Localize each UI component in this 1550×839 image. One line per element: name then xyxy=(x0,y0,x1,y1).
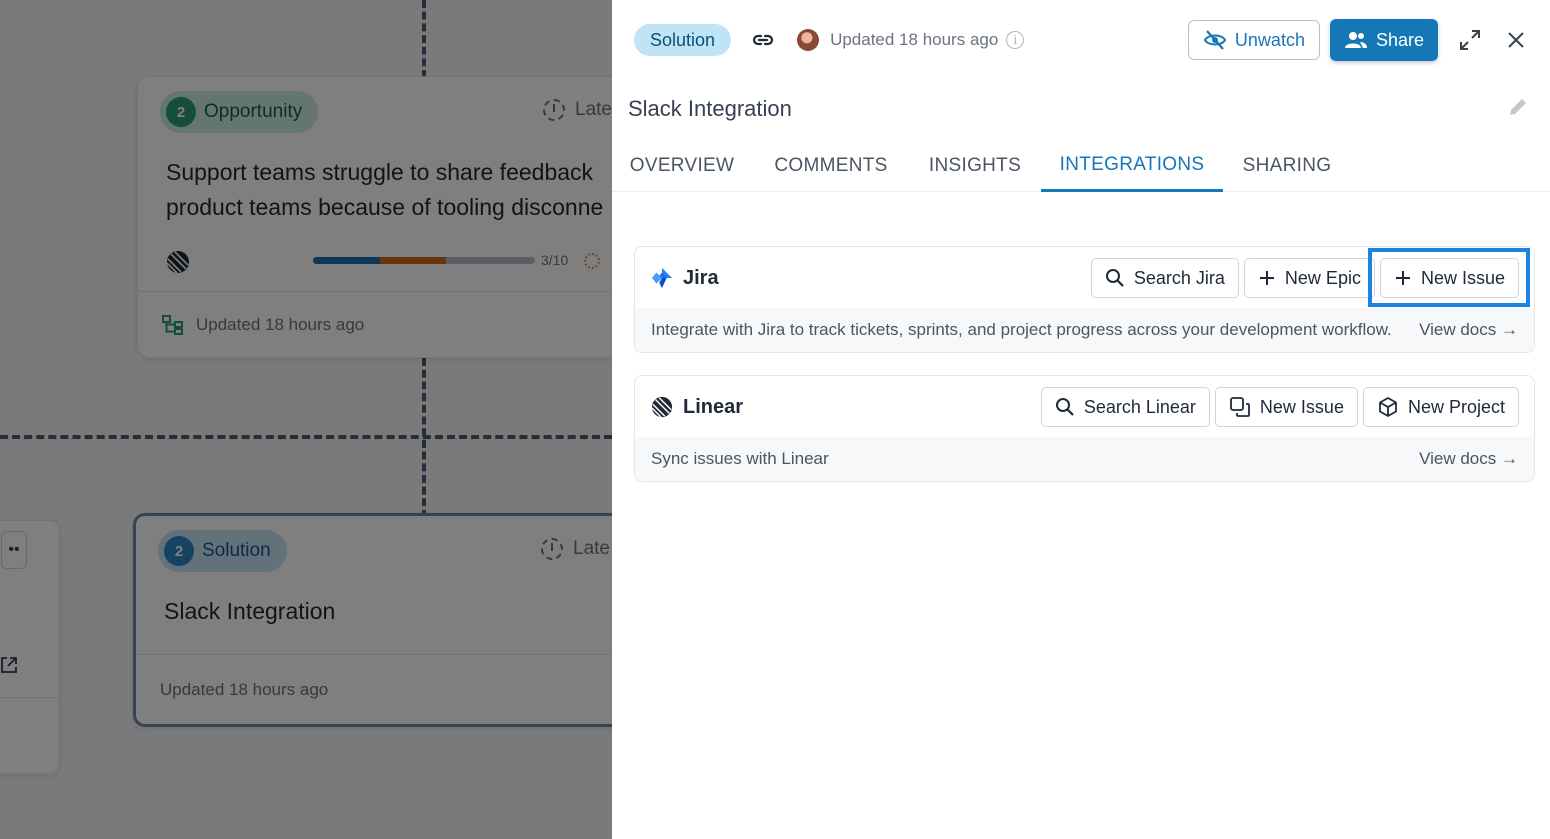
linear-logo-icon xyxy=(651,396,673,418)
new-epic-label: New Epic xyxy=(1284,267,1361,288)
linear-view-docs-link[interactable]: View docs → xyxy=(1419,449,1518,469)
share-label: Share xyxy=(1375,29,1424,50)
linear-new-issue-label: New Issue xyxy=(1259,396,1344,417)
modal-backdrop[interactable] xyxy=(0,0,612,839)
drawer-updated: Updated 18 hours ago xyxy=(830,30,999,49)
info-icon[interactable]: i xyxy=(1006,31,1025,49)
close-icon[interactable] xyxy=(1504,28,1528,52)
tab-sharing[interactable]: SHARING xyxy=(1235,140,1339,192)
jira-name: Jira xyxy=(683,266,719,289)
people-icon xyxy=(1344,32,1367,48)
search-icon xyxy=(1055,398,1074,416)
linear-name: Linear xyxy=(683,395,744,418)
search-linear-button[interactable]: Search Linear xyxy=(1040,387,1210,427)
jira-integration-card: Jira Search Jira New Epic New Issue Inte… xyxy=(634,246,1535,353)
linear-new-issue-button[interactable]: New Issue xyxy=(1214,387,1358,427)
drawer-title[interactable]: Slack Integration xyxy=(628,96,792,122)
pencil-icon[interactable] xyxy=(1506,95,1530,119)
eye-off-icon xyxy=(1203,30,1227,50)
tab-bar: OVERVIEW COMMENTS INSIGHTS INTEGRATIONS … xyxy=(612,140,1550,192)
plus-icon xyxy=(1395,271,1410,285)
jira-actions: Search Jira New Epic New Issue xyxy=(1090,258,1519,298)
jira-view-docs-link[interactable]: View docs → xyxy=(1419,320,1518,340)
jira-card-footer: Integrate with Jira to track tickets, sp… xyxy=(635,308,1534,352)
new-project-button[interactable]: New Project xyxy=(1362,387,1519,427)
link-icon[interactable] xyxy=(751,28,775,52)
tab-comments[interactable]: COMMENTS xyxy=(764,140,898,192)
search-linear-label: Search Linear xyxy=(1083,396,1196,417)
tab-overview[interactable]: OVERVIEW xyxy=(624,140,740,192)
type-pill[interactable]: Solution xyxy=(634,24,732,56)
search-icon xyxy=(1105,269,1124,287)
copy-icon xyxy=(1230,397,1250,417)
search-jira-label: Search Jira xyxy=(1133,267,1225,288)
unwatch-label: Unwatch xyxy=(1234,29,1305,50)
detail-drawer: Solution Updated 18 hours ago i Unwatch … xyxy=(612,0,1550,839)
avatar[interactable] xyxy=(797,29,820,51)
tab-insights[interactable]: INSIGHTS xyxy=(920,140,1030,192)
tab-integrations[interactable]: INTEGRATIONS xyxy=(1041,140,1223,192)
linear-description: Sync issues with Linear xyxy=(651,449,829,468)
unwatch-button[interactable]: Unwatch xyxy=(1187,20,1320,60)
expand-icon[interactable] xyxy=(1456,26,1484,54)
new-issue-button[interactable]: New Issue xyxy=(1379,258,1519,298)
linear-integration-card: Linear Search Linear New Issue New Proje… xyxy=(634,375,1535,482)
new-project-label: New Project xyxy=(1407,396,1505,417)
plus-icon xyxy=(1259,271,1274,285)
drawer-topbar: Solution Updated 18 hours ago i Unwatch … xyxy=(634,19,1528,61)
linear-card-footer: Sync issues with Linear View docs → xyxy=(635,437,1534,481)
linear-actions: Search Linear New Issue New Project xyxy=(1040,387,1519,427)
cube-icon xyxy=(1379,397,1397,417)
new-issue-label: New Issue xyxy=(1420,267,1505,288)
jira-description: Integrate with Jira to track tickets, sp… xyxy=(651,320,1392,339)
search-jira-button[interactable]: Search Jira xyxy=(1090,258,1239,298)
new-epic-button[interactable]: New Epic xyxy=(1243,258,1375,298)
jira-logo-icon xyxy=(651,267,673,289)
share-button[interactable]: Share xyxy=(1329,19,1438,61)
